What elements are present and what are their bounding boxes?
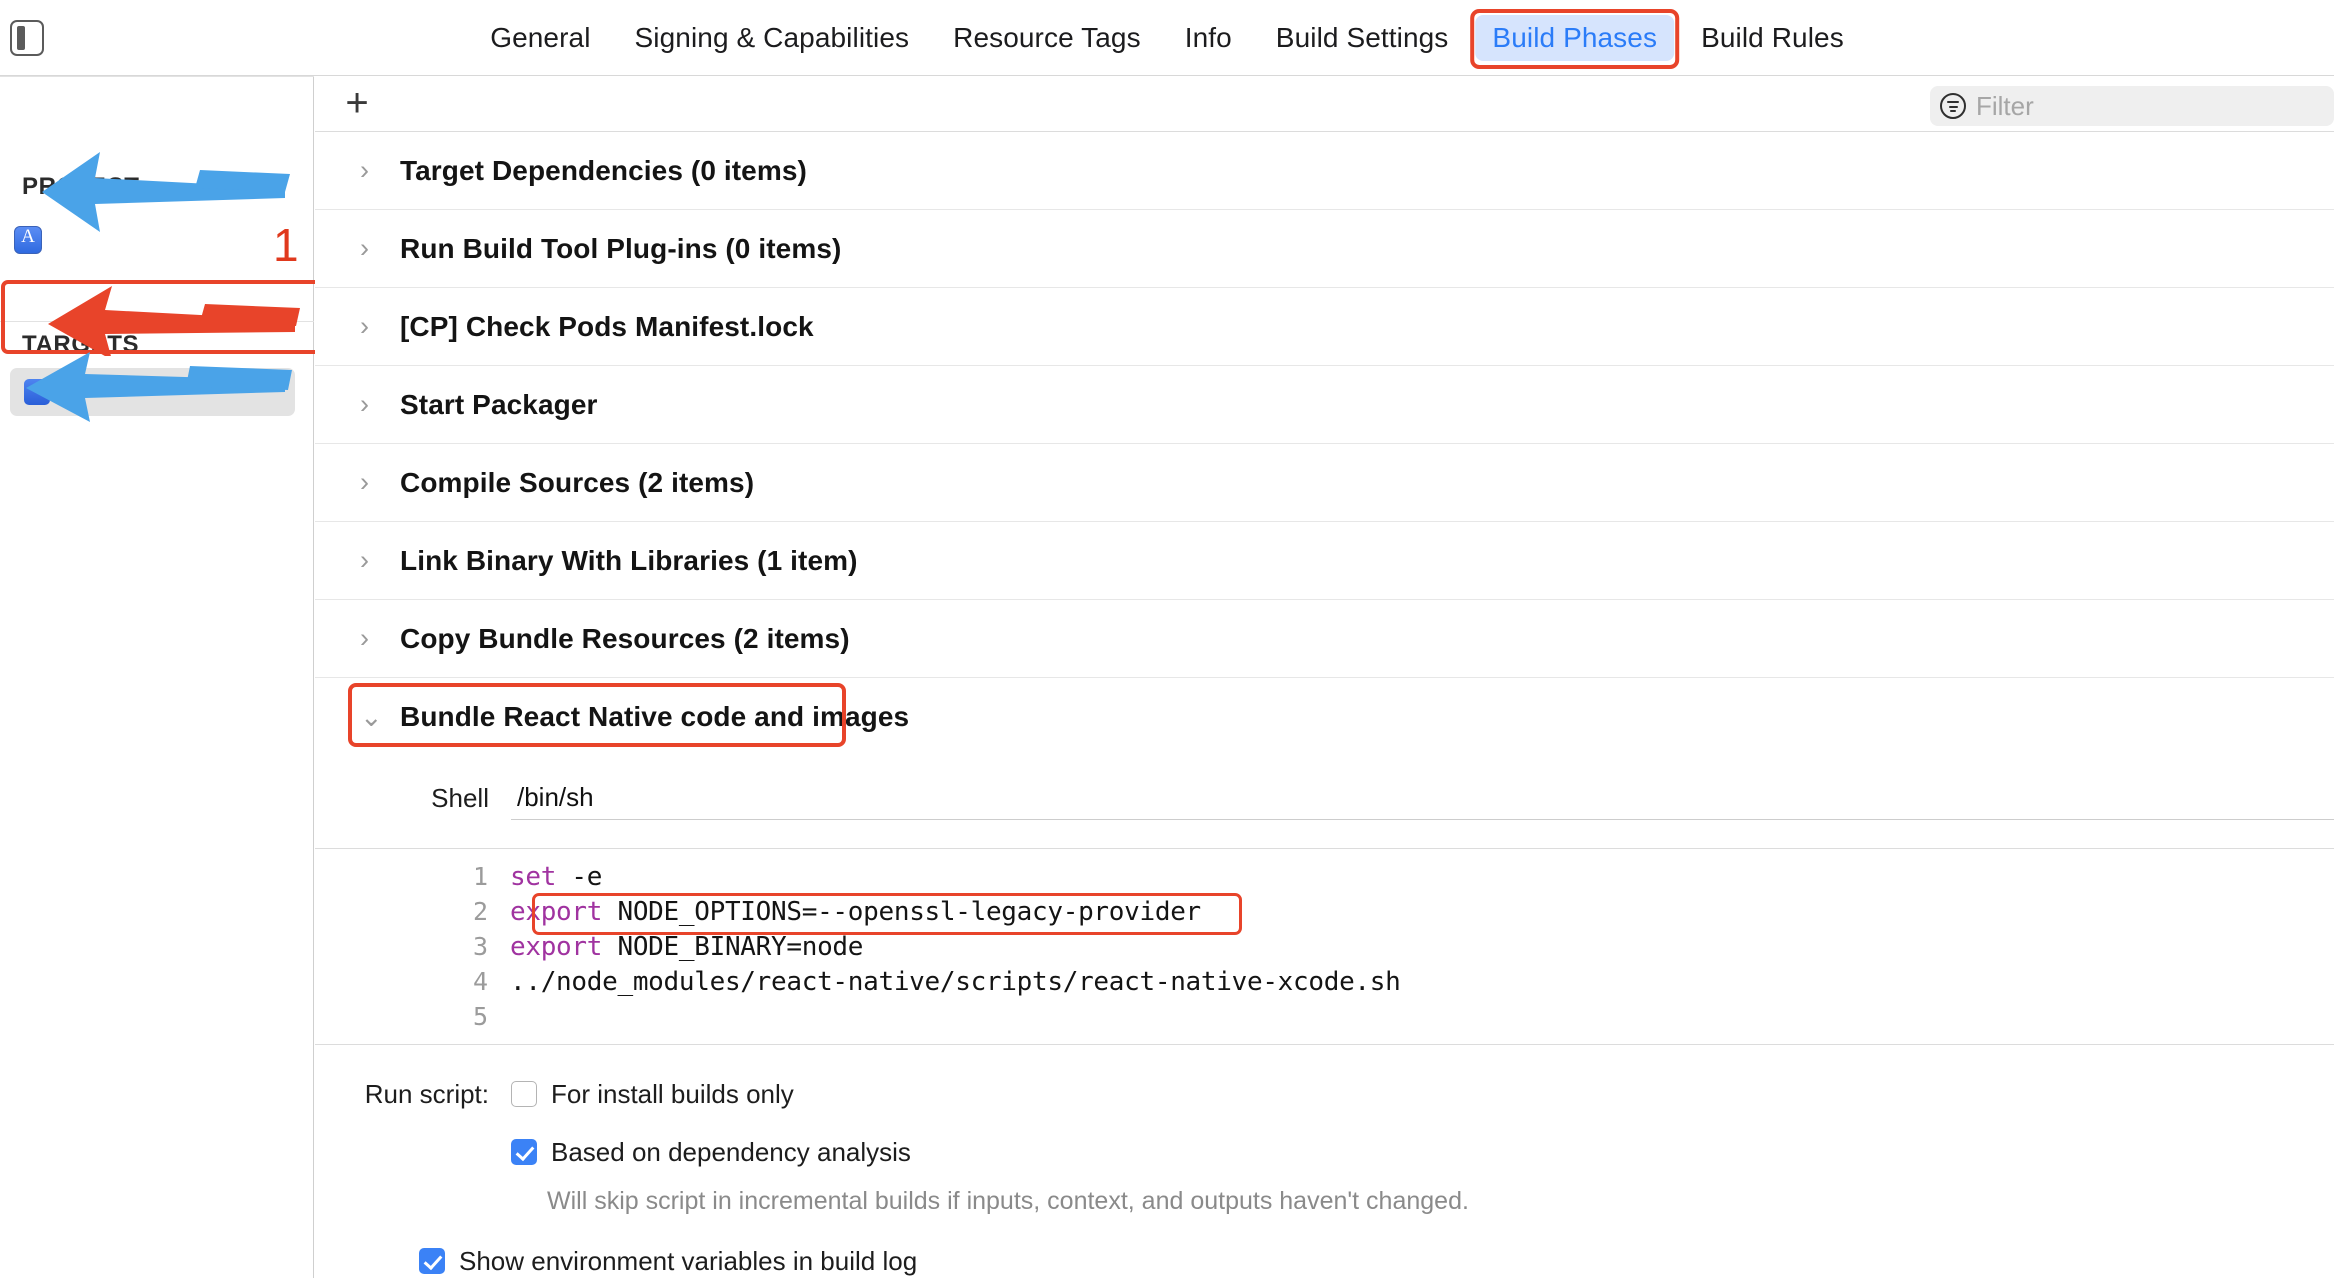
- sidebar-toggle-icon[interactable]: [10, 20, 44, 56]
- run-script-label: Run script:: [364, 1078, 489, 1109]
- tab-signing-capabilities[interactable]: Signing & Capabilities: [618, 15, 927, 61]
- phase-title: Compile Sources (2 items): [400, 466, 755, 498]
- chevron-right-icon[interactable]: ›: [360, 547, 386, 574]
- filter-field[interactable]: Filter: [1930, 86, 2334, 126]
- line-number: 3: [472, 932, 488, 961]
- label-based-on-dependency-analysis: Based on dependency analysis: [551, 1136, 911, 1167]
- phase-row-check-pods-manifest[interactable]: › [CP] Check Pods Manifest.lock: [315, 288, 2334, 366]
- tab-resource-tags[interactable]: Resource Tags: [936, 15, 1158, 61]
- phase-title: [CP] Check Pods Manifest.lock: [400, 310, 814, 342]
- filter-icon: [1940, 93, 1966, 119]
- option-row-show-env: Show environment variables in build log: [315, 1238, 2334, 1278]
- tab-build-rules[interactable]: Build Rules: [1684, 15, 1861, 61]
- option-row-dependency-analysis: Based on dependency analysis: [315, 1129, 2334, 1175]
- chevron-right-icon[interactable]: ›: [360, 469, 386, 496]
- phase-title: Target Dependencies (0 items): [400, 154, 807, 186]
- code-rest: NODE_BINARY=node: [602, 931, 864, 962]
- editor-tab-bar: General Signing & Capabilities Resource …: [0, 0, 2334, 76]
- chevron-right-icon[interactable]: ›: [360, 313, 386, 340]
- chevron-right-icon[interactable]: ›: [360, 391, 386, 418]
- option-row-install-builds: Run script: For install builds only: [315, 1071, 2334, 1117]
- phase-title: Start Packager: [400, 388, 598, 420]
- build-phase-list: › Target Dependencies (0 items) › Run Bu…: [315, 132, 2334, 1278]
- code-rest: -e: [556, 861, 603, 892]
- phase-row-bundle-react-native[interactable]: ⌄ Bundle React Native code and images: [315, 678, 2334, 756]
- phase-row-compile-sources[interactable]: › Compile Sources (2 items): [315, 444, 2334, 522]
- phase-row-start-packager[interactable]: › Start Packager: [315, 366, 2334, 444]
- project-targets-sidebar: PROJECT TARGETS: [0, 76, 314, 1278]
- build-phases-toolbar: + Filter: [315, 76, 2334, 132]
- phase-title: Copy Bundle Resources (2 items): [400, 622, 850, 654]
- code-text[interactable]: export NODE_BINARY=node: [510, 932, 863, 962]
- chevron-right-icon[interactable]: ›: [360, 157, 386, 184]
- phase-row-copy-bundle-resources[interactable]: › Copy Bundle Resources (2 items): [315, 600, 2334, 678]
- line-number: 5: [472, 1002, 488, 1031]
- checkbox-show-environment-variables[interactable]: [419, 1248, 445, 1274]
- tab-build-settings-wrap: Build Settings: [1254, 15, 1471, 61]
- code-line: 2 export NODE_OPTIONS=--openssl-legacy-p…: [315, 894, 2334, 929]
- phase-title: Run Build Tool Plug-ins (0 items): [400, 232, 842, 264]
- code-line: 4 ../node_modules/react-native/scripts/r…: [315, 964, 2334, 999]
- tab-resource-tags-wrap: Resource Tags: [931, 15, 1163, 61]
- code-text[interactable]: export NODE_OPTIONS=--openssl-legacy-pro…: [510, 897, 1201, 927]
- tab-general[interactable]: General: [473, 15, 607, 61]
- chevron-down-icon[interactable]: ⌄: [360, 703, 386, 731]
- chevron-right-icon[interactable]: ›: [360, 625, 386, 652]
- phase-row-target-dependencies[interactable]: › Target Dependencies (0 items): [315, 132, 2334, 210]
- tab-build-phases[interactable]: Build Phases: [1475, 15, 1675, 61]
- tab-build-settings[interactable]: Build Settings: [1259, 15, 1466, 61]
- code-line: 1 set -e: [315, 859, 2334, 894]
- tab-info-wrap: Info: [1163, 15, 1254, 61]
- sidebar-item-target[interactable]: [10, 368, 295, 416]
- chevron-right-icon[interactable]: ›: [360, 235, 386, 262]
- sidebar-project-header: PROJECT: [22, 173, 140, 200]
- tab-signing-wrap: Signing & Capabilities: [613, 15, 932, 61]
- annotation-marker-one: 1: [273, 219, 299, 271]
- build-phases-main-pane: + Filter › Target Dependencies (0 items)…: [315, 76, 2334, 1278]
- dependency-analysis-hint: Will skip script in incremental builds i…: [547, 1187, 1469, 1215]
- xcode-build-phases-window: General Signing & Capabilities Resource …: [0, 0, 2334, 1278]
- script-editor[interactable]: 1 set -e 2 export NODE_OPTIONS=--openssl…: [315, 848, 2334, 1045]
- annotation-box-target: [1, 280, 331, 354]
- code-keyword: export: [510, 896, 603, 927]
- target-app-icon: [24, 379, 50, 405]
- sidebar-item-project[interactable]: [14, 226, 54, 254]
- tab-build-rules-wrap: Build Rules: [1679, 15, 1866, 61]
- code-keyword: set: [510, 861, 557, 892]
- project-app-icon: [14, 226, 42, 254]
- line-number: 4: [472, 967, 488, 996]
- filter-input[interactable]: Filter: [1976, 91, 2034, 122]
- run-script-detail: Shell /bin/sh 1 set -e 2 export NODE_OPT…: [315, 756, 2334, 1278]
- shell-row: Shell /bin/sh: [315, 772, 2334, 824]
- tab-general-wrap: General: [468, 15, 612, 61]
- checkbox-for-install-builds-only[interactable]: [511, 1081, 537, 1107]
- tab-build-phases-wrap: Build Phases: [1470, 9, 1680, 69]
- shell-input[interactable]: /bin/sh: [511, 776, 2334, 820]
- tab-info[interactable]: Info: [1168, 15, 1249, 61]
- code-keyword: export: [510, 931, 603, 962]
- tab-list: General Signing & Capabilities Resource …: [468, 0, 1866, 76]
- code-rest: NODE_OPTIONS=--openssl-legacy-provider: [602, 896, 1201, 927]
- label-show-environment-variables: Show environment variables in build log: [459, 1245, 918, 1276]
- phase-row-run-build-tool-plugins[interactable]: › Run Build Tool Plug-ins (0 items): [315, 210, 2334, 288]
- code-text[interactable]: ../node_modules/react-native/scripts/rea…: [510, 967, 1401, 997]
- line-number: 2: [472, 897, 488, 926]
- code-line: 3 export NODE_BINARY=node: [315, 929, 2334, 964]
- line-number: 1: [472, 862, 488, 891]
- phase-title: Link Binary With Libraries (1 item): [400, 544, 858, 576]
- code-line: 5: [315, 999, 2334, 1034]
- shell-label: Shell: [431, 782, 489, 813]
- phase-row-link-binary-with-libraries[interactable]: › Link Binary With Libraries (1 item): [315, 522, 2334, 600]
- phase-title: Bundle React Native code and images: [400, 701, 910, 732]
- code-text[interactable]: set -e: [510, 862, 602, 892]
- code-rest: ../node_modules/react-native/scripts/rea…: [510, 966, 1401, 997]
- checkbox-based-on-dependency-analysis[interactable]: [511, 1139, 537, 1165]
- label-for-install-builds-only: For install builds only: [551, 1078, 794, 1109]
- add-build-phase-button[interactable]: +: [340, 83, 374, 123]
- run-script-options: Run script: For install builds only Base…: [315, 1045, 2334, 1278]
- sidebar-divider-top: [0, 76, 314, 77]
